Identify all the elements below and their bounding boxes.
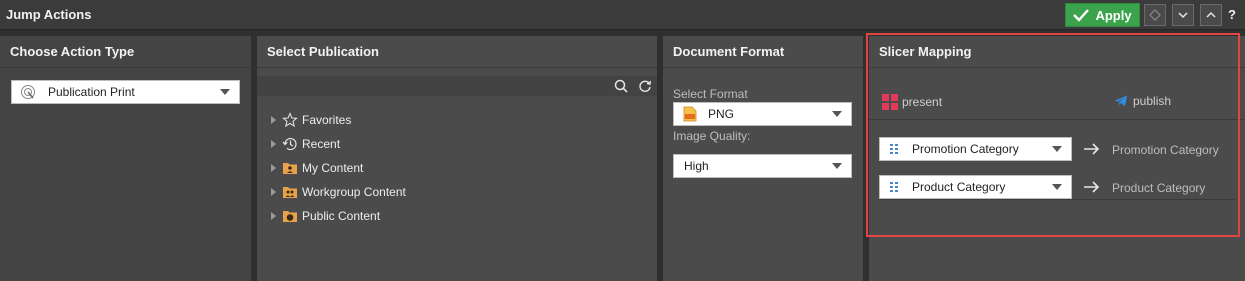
refresh-icon[interactable] bbox=[638, 79, 652, 93]
expand-arrow-icon[interactable] bbox=[271, 140, 276, 148]
tree-item-my-content[interactable]: My Content bbox=[271, 158, 363, 178]
action-type-panel: Choose Action Type Publication Print bbox=[0, 36, 251, 281]
star-icon bbox=[282, 112, 298, 128]
publication-title: Select Publication bbox=[257, 36, 657, 68]
chevron-down-icon bbox=[1178, 12, 1188, 19]
expand-arrow-icon[interactable] bbox=[271, 116, 276, 124]
help-button[interactable]: ? bbox=[1228, 7, 1236, 22]
image-quality-select[interactable]: High bbox=[673, 154, 852, 178]
tree-item-workgroup-content[interactable]: Workgroup Content bbox=[271, 182, 406, 202]
action-type-select[interactable]: Publication Print bbox=[11, 80, 240, 104]
chevron-down-icon bbox=[220, 89, 230, 95]
expand-arrow-icon[interactable] bbox=[271, 164, 276, 172]
publication-panel: Select Publication Favorites Recent My C… bbox=[257, 36, 657, 281]
apply-button[interactable]: Apply bbox=[1065, 3, 1140, 27]
tree-item-favorites[interactable]: Favorites bbox=[271, 110, 351, 130]
expand-arrow-icon[interactable] bbox=[271, 188, 276, 196]
document-format-panel: Document Format Select Format PNG Image … bbox=[663, 36, 863, 281]
tree-item-recent[interactable]: Recent bbox=[271, 134, 340, 154]
check-icon bbox=[1073, 9, 1090, 22]
tree-item-label: Recent bbox=[302, 137, 341, 151]
tree-item-public-content[interactable]: Public Content bbox=[271, 206, 380, 226]
image-quality-label: Image Quality: bbox=[673, 129, 751, 143]
my-content-folder-icon bbox=[283, 163, 297, 174]
public-folder-icon bbox=[283, 211, 297, 222]
document-format-title: Document Format bbox=[663, 36, 863, 68]
image-quality-value: High bbox=[684, 159, 709, 173]
recent-icon bbox=[282, 138, 297, 151]
publication-toolbar bbox=[257, 76, 657, 96]
tree-item-label: Favorites bbox=[302, 113, 352, 127]
png-file-icon bbox=[683, 106, 697, 122]
chevron-down-icon bbox=[832, 111, 842, 117]
tree-item-label: My Content bbox=[302, 161, 364, 175]
select-format-label: Select Format bbox=[673, 87, 748, 101]
action-type-title: Choose Action Type bbox=[0, 36, 251, 68]
chevron-up-icon bbox=[1206, 11, 1216, 18]
publication-print-icon bbox=[21, 85, 35, 99]
tree-item-label: Public Content bbox=[302, 209, 381, 223]
expand-arrow-icon[interactable] bbox=[271, 212, 276, 220]
format-select[interactable]: PNG bbox=[673, 102, 852, 126]
title-bar: Jump Actions Apply ? bbox=[0, 0, 1245, 30]
search-icon[interactable] bbox=[614, 79, 628, 93]
workgroup-folder-icon bbox=[283, 187, 297, 198]
move-down-button[interactable] bbox=[1172, 4, 1194, 26]
app-title: Jump Actions bbox=[6, 7, 92, 22]
diamond-icon bbox=[1149, 9, 1161, 21]
clear-button[interactable] bbox=[1144, 4, 1166, 26]
move-up-button[interactable] bbox=[1200, 4, 1222, 26]
action-type-value: Publication Print bbox=[48, 85, 135, 99]
tree-item-label: Workgroup Content bbox=[302, 185, 406, 199]
highlight-outline bbox=[866, 33, 1240, 237]
apply-label: Apply bbox=[1095, 7, 1132, 23]
format-value: PNG bbox=[708, 107, 735, 121]
chevron-down-icon bbox=[832, 163, 842, 169]
